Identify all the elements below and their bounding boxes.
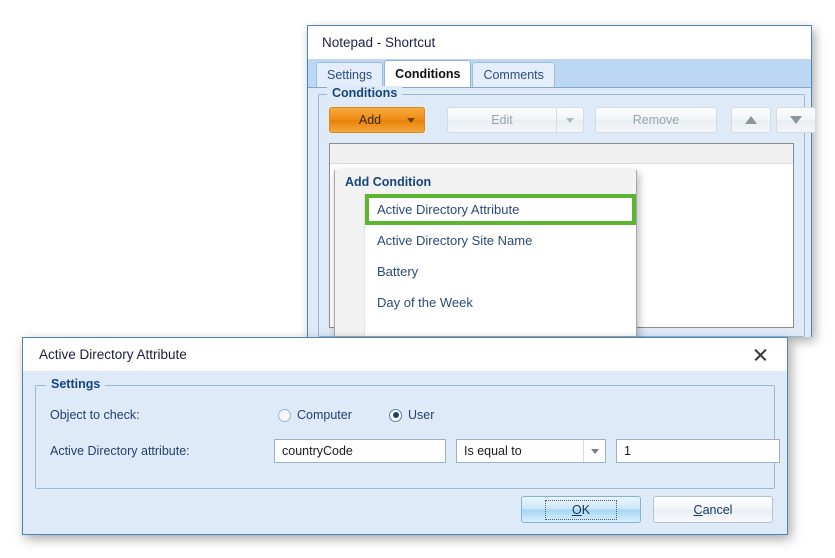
tab-conditions[interactable]: Conditions (384, 60, 472, 87)
add-condition-menu-items: Active Directory Attribute Active Direct… (365, 194, 636, 336)
tab-conditions-label: Conditions (395, 67, 461, 81)
add-condition-menu: Add Condition Active Directory Attribute… (334, 170, 637, 337)
settings-groupbox: Settings Object to check: Computer User … (35, 377, 780, 489)
menu-item-battery[interactable]: Battery (365, 256, 636, 287)
add-button-label: Add (358, 113, 382, 127)
close-icon[interactable] (747, 342, 773, 368)
menu-item-label: Day of the Week (377, 295, 473, 310)
screenshot-canvas: Notepad - Shortcut Settings Conditions C… (0, 0, 835, 558)
menu-icon-gutter (335, 194, 365, 336)
operator-select-value: Is equal to (464, 444, 522, 458)
cancel-rest: ancel (702, 502, 733, 517)
triangle-up-icon (745, 116, 757, 124)
menu-item-label: Active Directory Attribute (377, 202, 520, 217)
menu-item-label: Active Directory Site Name (377, 233, 533, 248)
radio-user[interactable]: User (389, 408, 434, 422)
attribute-input-value: countryCode (282, 444, 353, 458)
edit-button-label: Edit (491, 113, 513, 127)
radio-checked-icon (389, 408, 402, 422)
tab-comments[interactable]: Comments (472, 62, 555, 87)
tab-settings-label: Settings (327, 68, 373, 82)
radio-user-label: User (408, 408, 435, 422)
menu-item-active-directory-attribute[interactable]: Active Directory Attribute (365, 194, 636, 225)
dialog-title: Active Directory Attribute (39, 347, 187, 362)
remove-button[interactable]: Remove (595, 107, 717, 133)
cancel-accel: C (693, 502, 703, 517)
chevron-down-icon (407, 118, 415, 123)
cancel-button-label: Cancel (694, 503, 733, 517)
settings-groupbox-label: Settings (46, 377, 106, 391)
move-down-button[interactable] (776, 107, 816, 133)
operator-select[interactable]: Is equal to (456, 439, 606, 463)
radio-computer[interactable]: Computer (278, 408, 352, 422)
radio-unchecked-icon (278, 408, 291, 422)
edit-dropdown-button[interactable] (556, 107, 584, 133)
conditions-toolbar: Add Edit Remove (329, 107, 816, 133)
ok-accel: O (571, 502, 582, 517)
attribute-input[interactable]: countryCode (274, 439, 446, 463)
dialog-button-row: OK Cancel (509, 496, 773, 523)
ok-button-label: OK (544, 499, 618, 520)
menu-item-day-of-the-week[interactable]: Day of the Week (365, 287, 636, 318)
conditions-groupbox-label: Conditions (327, 86, 403, 100)
object-to-check-row: Object to check: Computer User (36, 402, 774, 428)
radio-computer-label: Computer (297, 408, 352, 422)
triangle-down-icon (790, 116, 802, 124)
edit-button[interactable]: Edit (447, 107, 557, 133)
chevron-down-icon (566, 117, 574, 123)
ok-rest: K (581, 502, 591, 517)
menu-item-active-directory-site-name[interactable]: Active Directory Site Name (365, 225, 636, 256)
tab-settings[interactable]: Settings (316, 62, 384, 87)
window-title: Notepad - Shortcut (308, 26, 811, 59)
chevron-down-icon[interactable] (583, 440, 605, 462)
add-condition-menu-header: Add Condition (335, 170, 636, 194)
value-input-value: 1 (624, 444, 631, 458)
menu-item-label: Battery (377, 264, 419, 279)
value-input[interactable]: 1 (616, 439, 780, 463)
dialog-body: Settings Object to check: Computer User … (23, 371, 787, 535)
add-button[interactable]: Add (329, 107, 425, 133)
active-directory-attribute-dialog: Active Directory Attribute Settings Obje… (22, 337, 788, 535)
dialog-title-bar: Active Directory Attribute (23, 338, 787, 371)
object-to-check-label: Object to check: (50, 408, 140, 422)
ok-button[interactable]: OK (521, 496, 641, 523)
cancel-button[interactable]: Cancel (653, 496, 773, 523)
attribute-row: Active Directory attribute: countryCode … (36, 438, 780, 464)
remove-button-label: Remove (632, 113, 680, 127)
tab-strip: Settings Conditions Comments (308, 59, 811, 88)
move-up-button[interactable] (731, 107, 771, 133)
tab-comments-label: Comments (483, 68, 544, 82)
attribute-label: Active Directory attribute: (50, 444, 190, 458)
conditions-listview-header (330, 144, 793, 164)
